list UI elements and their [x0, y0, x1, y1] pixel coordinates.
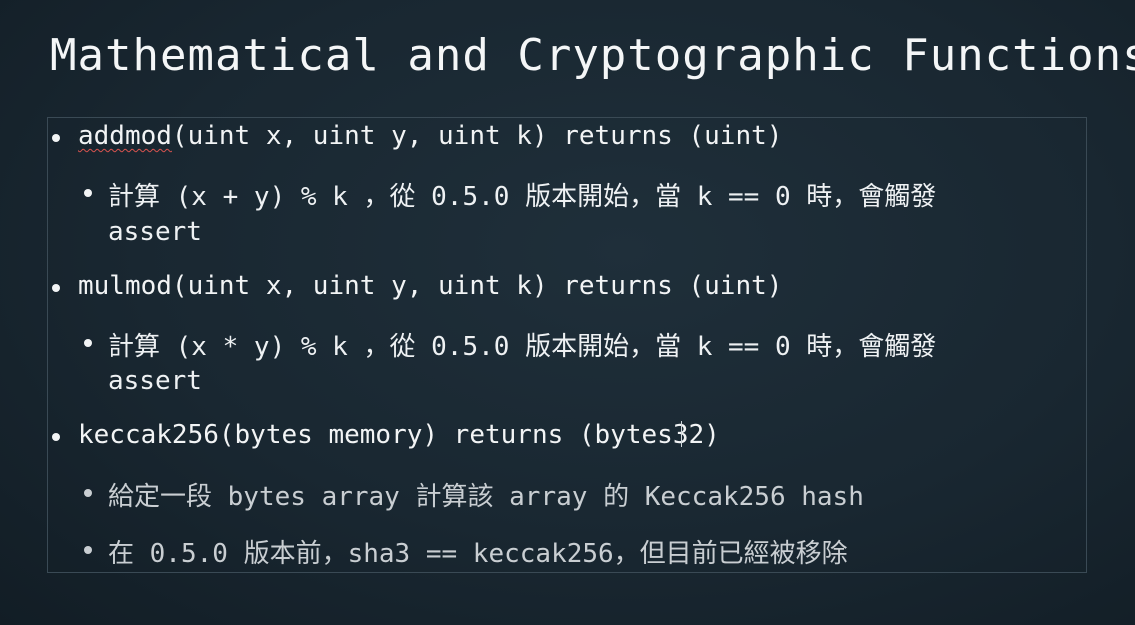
bullet-dot-icon	[84, 189, 92, 197]
sub-item-text-continued: assert	[108, 366, 202, 396]
list-item-mulmod: mulmod(uint x, uint y, uint k) returns (…	[78, 271, 783, 301]
bullet-dot-icon	[84, 489, 92, 497]
list-item-keccak256: keccak256(bytes memory) returns (bytes32…	[78, 420, 720, 450]
sub-item-text-continued: assert	[108, 217, 202, 247]
signature-text: keccak256(bytes memory) returns (bytes3	[78, 420, 689, 450]
sub-item-text: 給定一段 bytes array 計算該 array 的 Keccak256 h…	[108, 482, 864, 512]
slide-title: Mathematical and Cryptographic Functions	[50, 30, 1135, 81]
bullet-dot-icon	[52, 284, 60, 292]
signature-text: (uint x, uint y, uint k) returns (uint)	[171, 121, 783, 151]
sub-item-text: 計算 (x + y) % k ，從 0.5.0 版本開始，當 k == 0 時，…	[108, 182, 937, 212]
bullet-dot-icon	[52, 134, 60, 142]
slide: Mathematical and Cryptographic Functions…	[0, 0, 1135, 625]
signature-text-tail: 2)	[688, 420, 720, 450]
text-cursor-icon	[681, 421, 683, 447]
spellcheck-word[interactable]: addmod	[78, 121, 172, 151]
bullet-dot-icon	[52, 433, 60, 441]
bullet-dot-icon	[84, 546, 92, 554]
sub-item-text: 在 0.5.0 版本前，sha3 == keccak256，但目前已經被移除	[108, 539, 848, 569]
list-item-addmod: addmod(uint x, uint y, uint k) returns (…	[78, 121, 782, 151]
sub-item-text: 計算 (x * y) % k ，從 0.5.0 版本開始，當 k == 0 時，…	[108, 332, 937, 362]
bullet-dot-icon	[84, 339, 92, 347]
